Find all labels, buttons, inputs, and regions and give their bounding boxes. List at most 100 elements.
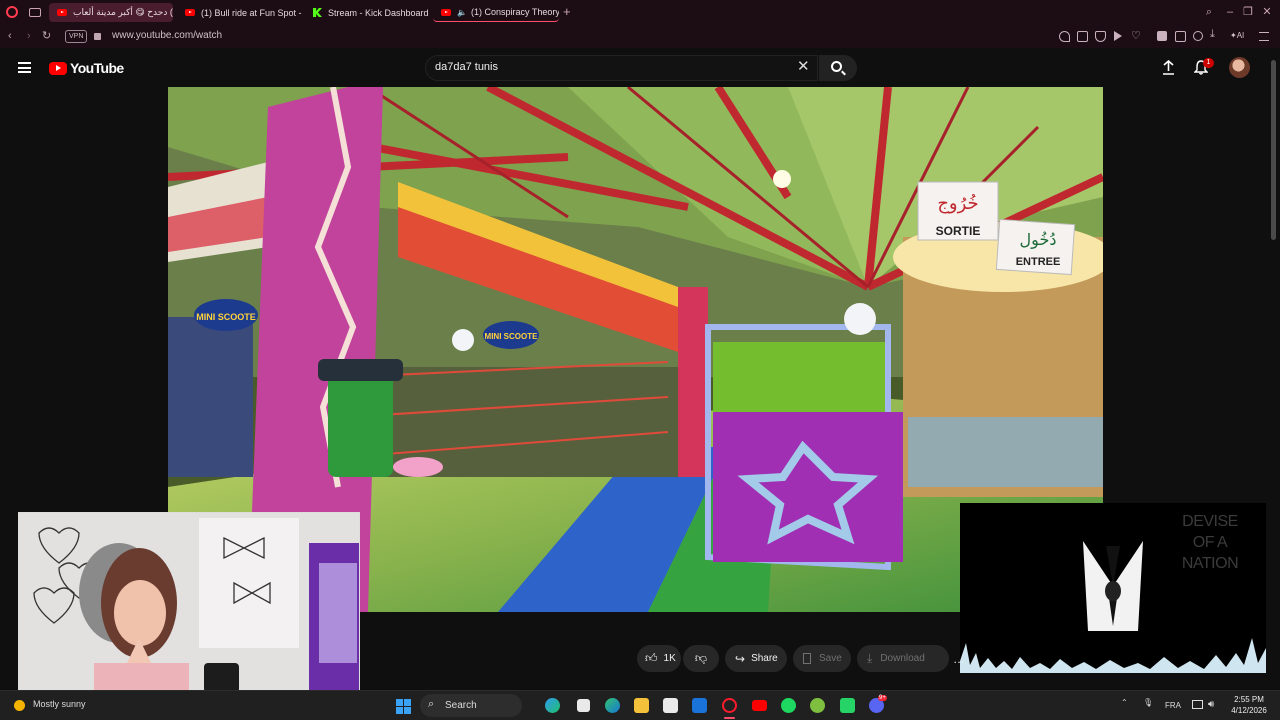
upload-icon[interactable] <box>1162 60 1175 75</box>
windows-start-icon[interactable] <box>396 699 411 714</box>
tab-title: Stream - Kick Dashboard <box>328 7 429 18</box>
tab-conspiracy-theory[interactable]: 🔈 (1) Conspiracy Theory <box>433 3 559 22</box>
music-title: DEVISE OF A NATION <box>1181 513 1239 572</box>
vpn-badge[interactable]: VPN <box>65 30 88 43</box>
system-clock[interactable]: 2:55 PM 4/12/2026 <box>1225 694 1273 716</box>
youtube-logo-text: YouTube <box>70 60 124 76</box>
more-label: … <box>953 651 965 666</box>
tray-chevron-icon[interactable]: ⌃ <box>1121 698 1128 707</box>
hamburger-menu-icon[interactable] <box>18 62 31 73</box>
clear-search-icon[interactable]: ✕ <box>797 59 810 74</box>
weather-text[interactable]: Mostly sunny <box>33 699 86 709</box>
new-tab-button[interactable]: + <box>563 5 571 18</box>
pin-icon[interactable] <box>1059 31 1070 42</box>
widgets-icon[interactable] <box>545 698 560 713</box>
entry-sign-arabic: دُخُول <box>1020 230 1057 250</box>
search-icon: ⌕ <box>428 698 435 710</box>
share-label: Share <box>751 653 778 664</box>
dislike-button[interactable]: 👎︎ <box>683 645 719 672</box>
kick-icon <box>313 8 322 17</box>
tab-manager-icon[interactable] <box>29 8 41 17</box>
mini-scooter-sign-center: MINI SCOOTE <box>485 332 539 341</box>
spotify-icon[interactable] <box>781 698 796 713</box>
share-button[interactable]: ↪ Share <box>725 645 787 672</box>
search-input[interactable] <box>435 61 795 73</box>
youtube-logo[interactable]: YouTube <box>49 60 124 76</box>
edge-icon[interactable] <box>605 698 620 713</box>
youtube-header: YouTube ✕ 1 <box>0 48 1280 87</box>
music-visualizer-overlay: DEVISE OF A NATION <box>960 503 1266 673</box>
share-arrow-icon: ↪ <box>735 651 746 666</box>
opera-icon[interactable] <box>722 698 737 713</box>
xbox-icon[interactable] <box>810 698 825 713</box>
play-icon[interactable] <box>1114 31 1122 41</box>
page-scrollbar[interactable] <box>1271 60 1276 240</box>
search-box <box>425 55 818 81</box>
whatsapp-icon[interactable] <box>840 698 855 713</box>
download-label: Download <box>880 653 925 664</box>
tab-current-video[interactable]: (1) دحدح 😋 أكبر مدينة ألعاب <box>49 3 173 22</box>
outlook-icon[interactable] <box>692 698 707 713</box>
weather-sun-icon[interactable] <box>14 700 25 711</box>
tab-title: (1) دحدح 😋 أكبر مدينة ألعاب <box>73 7 173 17</box>
language-indicator[interactable]: FRA <box>1165 701 1181 710</box>
like-button[interactable]: 👍︎ 1K <box>637 645 681 672</box>
menu-icon[interactable] <box>1259 32 1269 41</box>
opera-logo-icon[interactable] <box>6 6 18 18</box>
exit-sign-french: SORTIE <box>936 224 981 238</box>
download-arrow-icon: ⤓ <box>867 651 873 665</box>
puzzle-icon[interactable] <box>1175 31 1186 42</box>
taskbar-search[interactable]: ⌕ Search <box>420 694 522 717</box>
speaker-icon[interactable]: 🔈 <box>457 8 467 17</box>
sparkle-icon: ✦ <box>1230 31 1237 40</box>
youtube-app-icon[interactable] <box>752 700 767 711</box>
forward-icon[interactable]: › <box>27 30 31 42</box>
youtube-icon <box>57 9 67 16</box>
snapshot-icon[interactable] <box>1077 31 1088 42</box>
taskbar-search-label: Search <box>445 700 477 711</box>
windows-taskbar: Mostly sunny ⌕ Search 9+ ⌃ 🎙︎ FRA 🔊︎ 2:5… <box>0 690 1280 720</box>
ai-label: AI <box>1236 31 1245 40</box>
opera-active-indicator <box>724 717 735 719</box>
thumbs-up-icon: 👍︎ <box>645 651 658 665</box>
avatar[interactable] <box>1229 57 1250 78</box>
close-window-icon[interactable]: ✕ <box>1261 6 1273 18</box>
tab-title: (1) Bull ride at Fun Spot - Y <box>201 7 303 18</box>
volume-icon[interactable]: 🔊︎ <box>1208 699 1214 710</box>
tab-kick-dashboard[interactable]: Stream - Kick Dashboard <box>305 3 431 22</box>
like-count: 1K <box>663 653 676 664</box>
save-button[interactable]: Save <box>793 645 851 672</box>
ai-button[interactable]: ✦AI <box>1230 31 1244 40</box>
exit-sign-arabic: خُرُوج <box>937 193 978 214</box>
lock-icon[interactable] <box>94 33 101 40</box>
shield-icon[interactable] <box>1095 31 1106 42</box>
network-icon[interactable] <box>1192 700 1203 709</box>
download-button[interactable]: ⤓ Download <box>857 645 949 672</box>
youtube-icon <box>185 9 195 16</box>
entry-sign-french: ENTREE <box>1016 256 1061 268</box>
file-explorer-icon[interactable] <box>634 698 649 713</box>
clock-time: 2:55 PM <box>1234 695 1264 704</box>
webcam-overlay <box>18 512 360 706</box>
thumbs-down-icon: 👎︎ <box>694 651 708 665</box>
search-button[interactable] <box>819 55 857 81</box>
reload-icon[interactable]: ↻ <box>42 30 51 42</box>
search-tabs-icon[interactable]: ⌕ <box>1203 6 1215 18</box>
search-icon <box>831 61 842 72</box>
back-icon[interactable]: ‹ <box>8 30 12 42</box>
address-bar: ‹ › ↻ VPN www.youtube.com/watch ♡ ⤓ ✦AI <box>0 25 1280 48</box>
more-actions-button[interactable]: … <box>953 645 965 672</box>
profile-icon[interactable] <box>1193 31 1203 41</box>
task-view-icon[interactable] <box>577 699 590 712</box>
youtube-icon <box>441 8 451 16</box>
minimize-icon[interactable]: – <box>1224 6 1236 18</box>
extension-icon[interactable] <box>1157 31 1167 41</box>
heart-icon[interactable]: ♡ <box>1131 29 1141 42</box>
tab-bull-ride[interactable]: (1) Bull ride at Fun Spot - Y <box>177 3 303 22</box>
restore-icon[interactable]: ❐ <box>1242 6 1254 18</box>
audio-waveform <box>960 638 1266 673</box>
download-icon[interactable]: ⤓ <box>1210 28 1215 41</box>
store-icon[interactable] <box>663 698 678 713</box>
url-field[interactable]: www.youtube.com/watch <box>112 30 222 41</box>
microphone-icon[interactable]: 🎙︎ <box>1143 698 1153 707</box>
